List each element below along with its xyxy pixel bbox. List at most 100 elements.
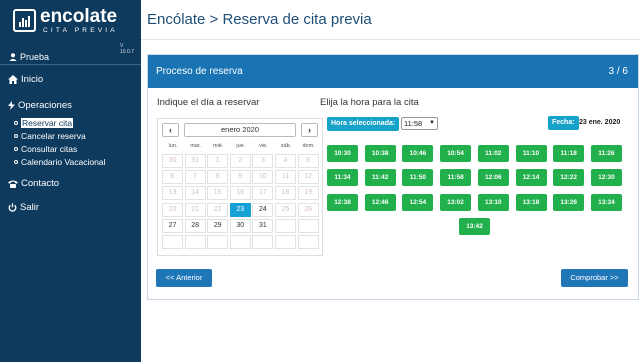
time-slot-button[interactable]: 12:06 [477,169,509,187]
time-slot-button[interactable]: 11:42 [364,169,396,187]
time-slot-button[interactable]: 11:02 [477,145,509,162]
calendar-day: 30 [162,154,183,168]
previous-button[interactable]: << Anterior [156,269,212,287]
title-divider [141,39,640,40]
time-select[interactable]: 11:58 ▼ [401,117,438,130]
day-section-label: Indique el día a reservar [157,97,260,108]
calendar-day: 7 [184,170,206,185]
user-name: Prueba [20,52,50,62]
sidebar-item-salir[interactable]: Salir [8,202,39,213]
calendar-day[interactable]: 24 [252,202,274,217]
sidebar-item-contacto[interactable]: Contacto [8,178,59,189]
calendar-day: 20 [162,202,183,217]
time-slot-button[interactable]: 10:54 [440,145,472,162]
sidebar-item-operaciones[interactable]: Operaciones [8,100,72,111]
calendar-day-empty [162,235,183,249]
weekday-header: dom. [302,143,315,149]
selected-date-value: 23 ene. 2020 [579,119,621,126]
logo-subtitle: CITA PREVIA [43,27,118,34]
calendar-day-empty [297,235,319,249]
time-slot-button[interactable]: 11:50 [402,169,434,187]
sidebar-subitem-calendario-vacacional[interactable]: Calendario Vacacional [14,157,105,167]
time-slot-button[interactable]: 10:30 [327,145,358,162]
calendar-day[interactable]: 31 [252,218,274,233]
calendar-day: 18 [275,186,296,201]
current-user[interactable]: Prueba [9,52,49,62]
calendar-day-empty [184,235,206,249]
bolt-icon [8,101,15,110]
time-slot-button[interactable]: 13:02 [440,193,472,211]
calendar-day: 4 [275,154,296,168]
sidebar-divider [0,64,141,65]
calendar-day: 2 [229,154,251,168]
sidebar: encolate CITA PREVIA V 10.0.7 Prueba Ini… [0,0,141,362]
sidebar-item-label: Inicio [21,74,44,85]
calendar-day: 1 [207,154,229,168]
sidebar-subitem-cancelar-reserva[interactable]: Cancelar reserva [14,131,86,141]
logo-text: encolate [40,6,118,27]
time-slot-button[interactable]: 12:38 [327,193,358,211]
calendar-day-empty [229,235,251,249]
time-slot-button[interactable]: 12:14 [515,169,547,187]
time-slot-button[interactable]: 13:10 [477,193,509,211]
time-slot-button[interactable]: 13:26 [553,193,585,211]
home-icon [8,75,18,84]
logo[interactable]: encolate CITA PREVIA V 10.0.7 [13,6,134,55]
sidebar-subitem-label: Calendario Vacacional [21,157,106,167]
step-indicator: 3 / 6 [608,66,628,77]
time-slot-button[interactable]: 12:22 [553,169,585,187]
weekday-header: jue. [236,143,246,149]
time-slot-button[interactable]: 11:10 [515,145,547,162]
sidebar-subitem-label: Cancelar reserva [21,131,86,141]
calendar-day-selected[interactable]: 23 [229,202,251,217]
next-month-button[interactable]: › [301,123,318,137]
phone-icon [8,180,18,188]
calendar-day[interactable]: 28 [184,218,206,233]
calendar-day: 12 [297,170,319,185]
calendar-day-empty [275,218,296,233]
time-section-label: Elija la hora para la cita [320,97,419,108]
calendar-day: 19 [297,186,319,201]
bullet-icon [14,134,18,138]
calendar-day[interactable]: 30 [229,218,251,233]
bullet-icon [14,160,18,164]
sidebar-item-label: Salir [20,202,40,213]
time-slot-button[interactable]: 13:34 [590,193,622,211]
time-slot-button[interactable]: 11:18 [553,145,585,162]
time-slot-button[interactable]: 11:34 [327,169,358,187]
time-slot-button[interactable]: 12:46 [364,193,396,211]
time-slot-button[interactable]: 13:42 [459,217,490,235]
sidebar-item-inicio[interactable]: Inicio [8,74,43,85]
weekday-header: vie. [259,143,268,149]
time-slot-button[interactable]: 11:58 [440,169,472,187]
calendar-day[interactable]: 29 [207,218,229,233]
calendar-day: 9 [229,170,251,185]
time-slot-button[interactable]: 10:46 [402,145,434,162]
sidebar-subitem-label: Reservar cita [21,118,74,128]
check-button[interactable]: Comprobar >> [561,269,628,287]
calendar-day: 17 [252,186,274,201]
weekday-header: sáb. [280,143,292,149]
calendar-day[interactable]: 27 [162,218,183,233]
calendar-day: 21 [184,202,206,217]
sidebar-subitem-reservar-cita[interactable]: Reservar cita [14,118,74,128]
calendar-day-empty [207,235,229,249]
sidebar-item-label: Operaciones [18,100,72,111]
time-slot-button[interactable]: 10:38 [364,145,396,162]
calendar-day: 14 [184,186,206,201]
sidebar-subitem-consultar-citas[interactable]: Consultar citas [14,144,77,154]
prev-month-button[interactable]: ‹ [162,123,179,137]
time-slot-button[interactable]: 11:26 [590,145,622,162]
month-title[interactable]: enero 2020 [184,123,296,137]
panel-title: Proceso de reserva [156,66,243,77]
page-title: Encólate > Reserva de cita previa [147,11,372,28]
calendar-day: 15 [207,186,229,201]
weekday-header: lun. [168,143,178,149]
time-slot-button[interactable]: 12:54 [402,193,434,211]
time-slot-button[interactable]: 12:30 [590,169,622,187]
bullet-icon [14,147,18,151]
time-slot-button[interactable]: 13:18 [515,193,547,211]
calendar-day: 16 [229,186,251,201]
calendar-day: 22 [207,202,229,217]
panel-header: Proceso de reserva 3 / 6 [148,55,638,88]
